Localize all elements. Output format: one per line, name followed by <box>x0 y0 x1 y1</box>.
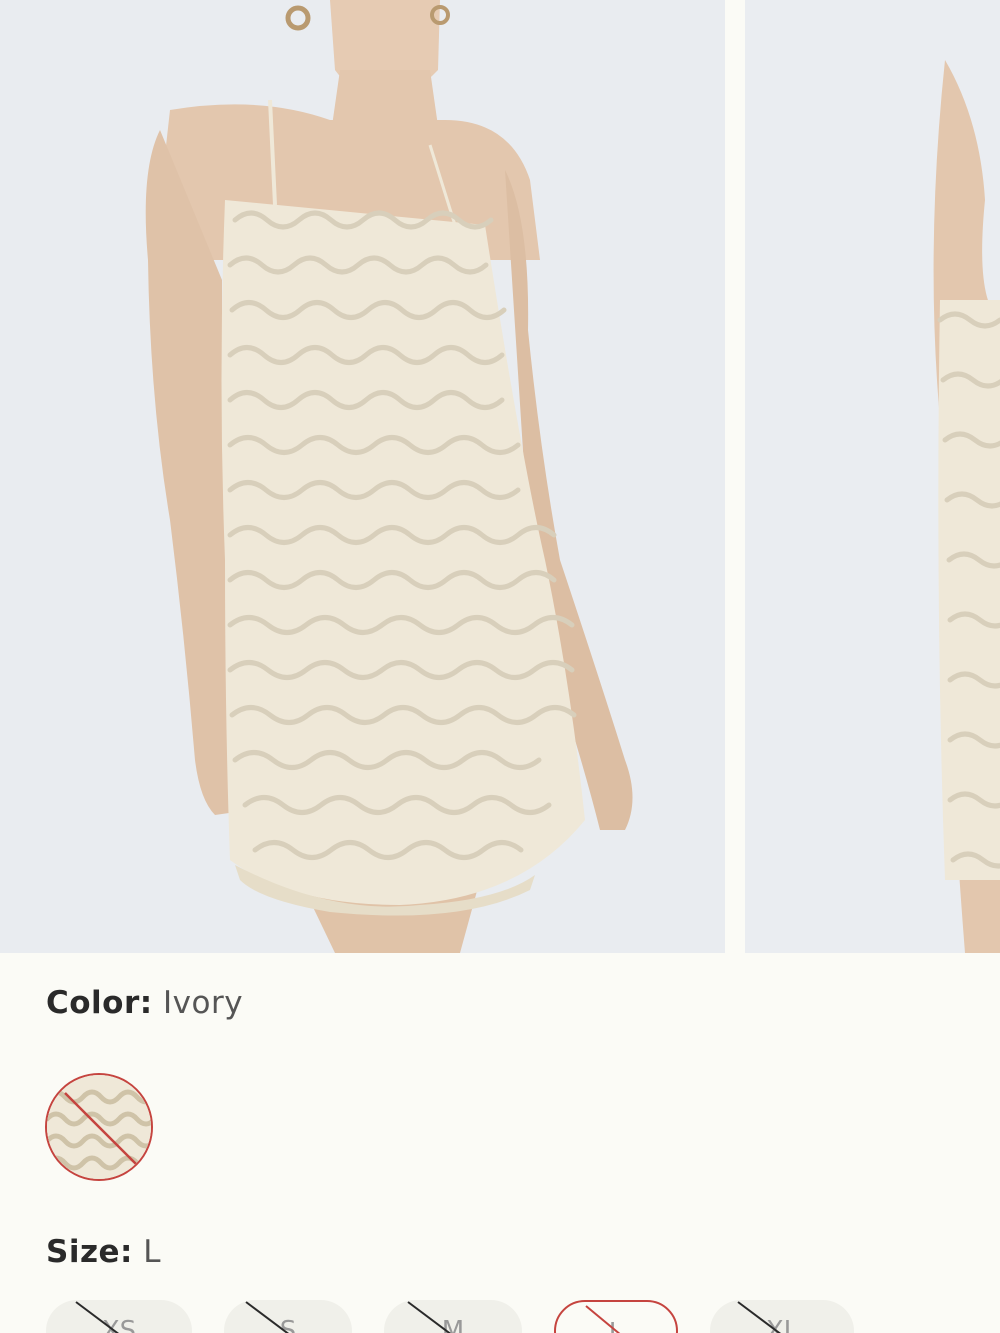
size-option-xl[interactable]: XL <box>710 1300 854 1333</box>
product-image-gallery[interactable] <box>0 0 1000 953</box>
size-option-l[interactable]: L <box>554 1300 678 1333</box>
size-option-xs[interactable]: XS <box>46 1300 192 1333</box>
size-value: L <box>143 1234 162 1270</box>
color-value: Ivory <box>163 985 244 1021</box>
color-heading: Color: Ivory <box>46 985 243 1021</box>
size-options: XS S M L XL <box>0 1300 1000 1333</box>
size-heading: Size: L <box>46 1234 161 1270</box>
size-option-m[interactable]: M <box>384 1300 522 1333</box>
product-photo-back[interactable] <box>745 0 1000 953</box>
color-swatch-ivory[interactable] <box>45 1073 153 1181</box>
color-label: Color: <box>46 985 153 1021</box>
size-option-s[interactable]: S <box>224 1300 352 1333</box>
product-photo-front[interactable] <box>0 0 725 953</box>
size-label: Size: <box>46 1234 133 1270</box>
